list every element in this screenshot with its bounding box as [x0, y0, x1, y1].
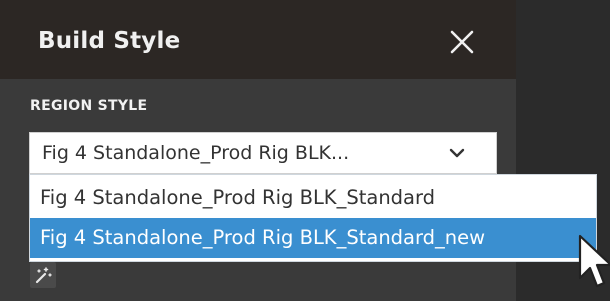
- magic-wand-button[interactable]: [30, 262, 56, 288]
- panel-title: Build Style: [38, 28, 181, 54]
- close-x-icon: [450, 30, 474, 54]
- dropdown-option-highlighted[interactable]: Fig 4 Standalone_Prod Rig BLK_Standard_n…: [30, 218, 596, 258]
- region-style-label: REGION STYLE: [30, 98, 148, 114]
- mouse-pointer-icon: [578, 234, 610, 288]
- close-button[interactable]: [440, 20, 484, 64]
- region-style-select[interactable]: Fig 4 Standalone_Prod Rig BLK...: [29, 132, 497, 174]
- chevron-down-icon[interactable]: [447, 144, 467, 162]
- region-style-dropdown-list: Fig 4 Standalone_Prod Rig BLK_Standard F…: [29, 174, 597, 262]
- panel-header: Build Style: [0, 0, 516, 79]
- region-style-selected-value: Fig 4 Standalone_Prod Rig BLK...: [42, 142, 350, 164]
- dropdown-option[interactable]: Fig 4 Standalone_Prod Rig BLK_Standard: [30, 178, 596, 218]
- magic-wand-icon: [35, 267, 52, 284]
